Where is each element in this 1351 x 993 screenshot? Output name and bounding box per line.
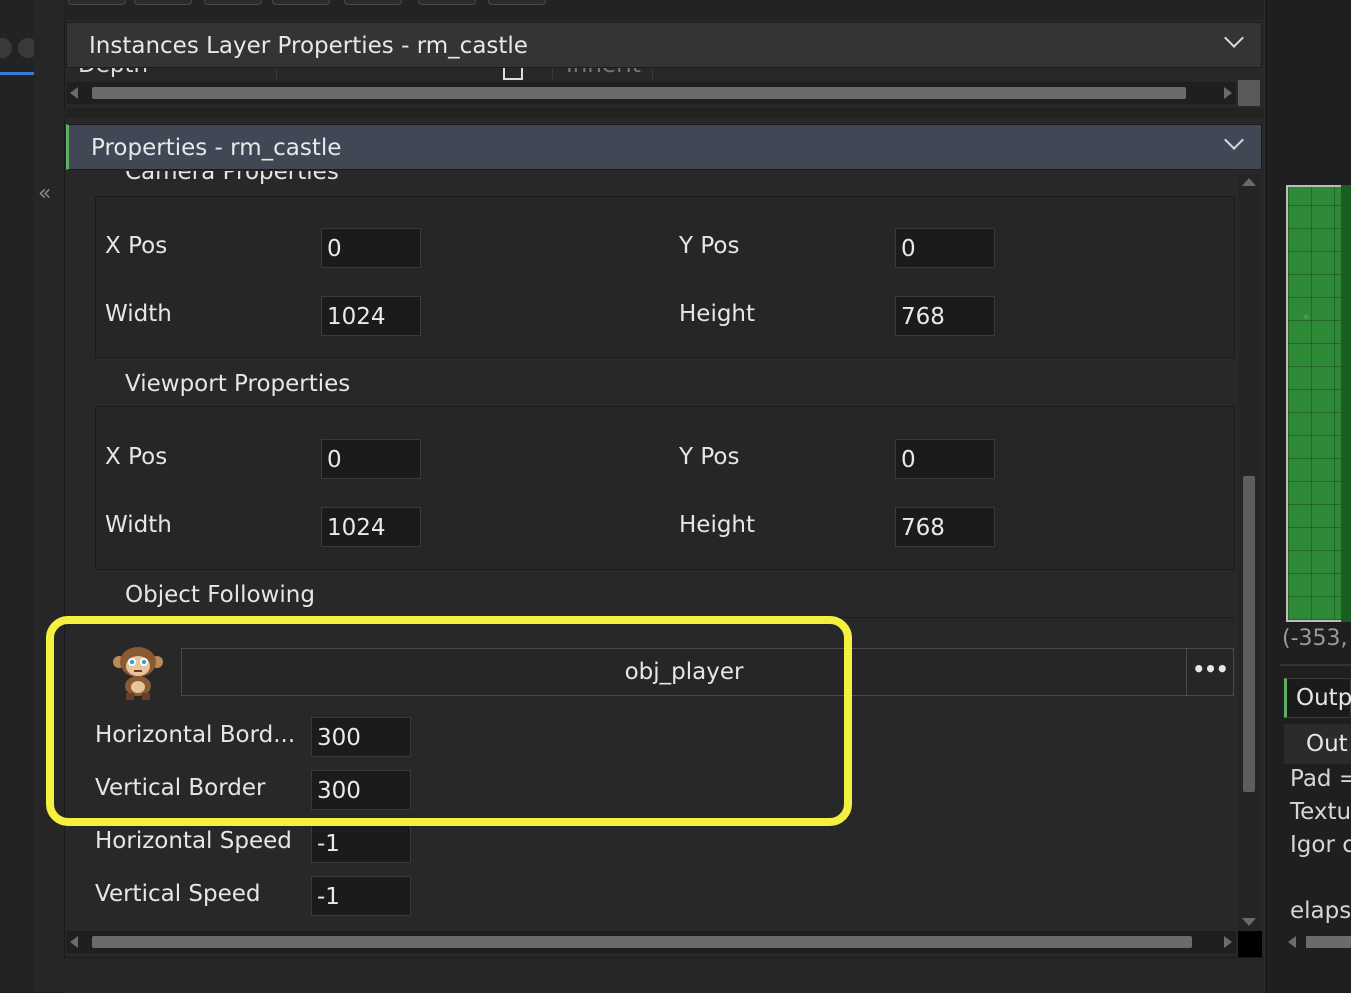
instances-partial-row: Depth Inherit [66, 68, 1262, 80]
viewport-y-input[interactable]: 0 [895, 439, 995, 479]
viewport-x-input[interactable]: 0 [321, 439, 421, 479]
camera-properties-group [95, 196, 1235, 358]
viewport-height-input[interactable]: 768 [895, 507, 995, 547]
highlight-annotation [46, 616, 852, 826]
output-tab[interactable]: Outp [1284, 678, 1351, 718]
more-options-button[interactable]: ••• [1186, 648, 1234, 696]
active-indicator [0, 72, 34, 75]
properties-vertical-scrollbar[interactable] [1238, 174, 1260, 930]
instances-layer-properties-title: Instances Layer Properties - rm_castle [89, 33, 528, 59]
viewport-width-input[interactable]: 1024 [321, 507, 421, 547]
panel-gutter [34, 0, 64, 992]
panel-splitter[interactable] [64, 108, 1264, 118]
vertical-speed-label: Vertical Speed [95, 881, 261, 907]
object-following-title: Object Following [125, 582, 315, 608]
viewport-properties-title: Viewport Properties [125, 371, 351, 397]
output-horizontal-scrollbar[interactable] [1284, 931, 1351, 953]
properties-title: Properties - rm_castle [91, 135, 342, 161]
instances-layer-properties-header[interactable]: Instances Layer Properties - rm_castle [66, 22, 1262, 68]
viewport-height-label: Height [679, 512, 756, 538]
room-preview-edge [1341, 185, 1351, 622]
camera-height-label: Height [679, 301, 756, 327]
output-line: elapse [1290, 898, 1351, 924]
viewport-y-label: Y Pos [679, 444, 740, 470]
viewport-x-label: X Pos [105, 444, 168, 470]
camera-width-input[interactable]: 1024 [321, 296, 421, 336]
properties-horizontal-scrollbar[interactable] [66, 931, 1236, 953]
viewport-width-label: Width [105, 512, 172, 538]
viewport-properties-group [95, 406, 1235, 570]
scroll-corner [1238, 931, 1262, 957]
horizontal-speed-label: Horizontal Speed [95, 828, 292, 854]
camera-x-input[interactable]: 0 [321, 228, 421, 268]
scroll-right-arrow-icon[interactable] [1224, 936, 1232, 948]
toolbar-button[interactable] [344, 0, 402, 5]
chevron-down-icon[interactable] [1224, 28, 1244, 48]
camera-y-input[interactable]: 0 [895, 228, 995, 268]
camera-x-label: X Pos [105, 233, 168, 259]
collapse-double-chevron-icon[interactable]: « [38, 181, 51, 206]
toolbar-button[interactable] [68, 0, 126, 5]
vertical-speed-input[interactable]: -1 [311, 876, 411, 916]
camera-width-label: Width [105, 301, 172, 327]
scrollbar-thumb[interactable] [1306, 936, 1351, 948]
scroll-down-arrow-icon[interactable] [1242, 918, 1256, 926]
properties-header[interactable]: Properties - rm_castle [66, 124, 1262, 170]
checkbox[interactable] [503, 68, 523, 80]
inherit-cell: Inherit [566, 68, 641, 78]
scroll-left-arrow-icon[interactable] [70, 87, 78, 99]
toolbar-button[interactable] [488, 0, 546, 5]
camera-height-input[interactable]: 768 [895, 296, 995, 336]
chevron-down-icon[interactable] [1224, 130, 1244, 150]
scrollbar-thumb[interactable] [1243, 476, 1255, 792]
scrollbar-thumb[interactable] [92, 936, 1192, 948]
top-toolbar-strip [64, 0, 1264, 20]
output-subtab[interactable]: Out [1284, 724, 1351, 764]
toolbar-button[interactable] [204, 0, 262, 5]
instances-horizontal-scrollbar[interactable] [66, 82, 1236, 104]
divider [276, 68, 277, 80]
scroll-up-arrow-icon[interactable] [1242, 178, 1256, 186]
output-line: Pad = [1290, 766, 1351, 792]
toolbar-circle-icon[interactable] [0, 38, 12, 58]
divider [552, 68, 553, 80]
depth-label: Depth [78, 68, 148, 78]
cursor-coordinates: (-353, [1282, 626, 1348, 651]
toolbar-button[interactable] [134, 0, 192, 5]
scroll-left-arrow-icon[interactable] [70, 936, 78, 948]
horizontal-speed-input[interactable]: -1 [311, 823, 411, 863]
camera-y-label: Y Pos [679, 233, 740, 259]
output-line: Igor c [1290, 832, 1351, 858]
left-rail [0, 0, 38, 992]
camera-properties-title: Camera Properties [125, 171, 339, 185]
scroll-left-arrow-icon[interactable] [1288, 936, 1296, 948]
scrollbar-thumb[interactable] [92, 87, 1186, 99]
panel-footer [64, 957, 1264, 993]
output-line: Textu [1290, 799, 1351, 825]
divider [1280, 664, 1351, 666]
toolbar-button[interactable] [418, 0, 476, 5]
scroll-corner [1238, 80, 1260, 106]
scroll-right-arrow-icon[interactable] [1224, 87, 1232, 99]
divider [652, 68, 653, 80]
toolbar-button[interactable] [272, 0, 330, 5]
